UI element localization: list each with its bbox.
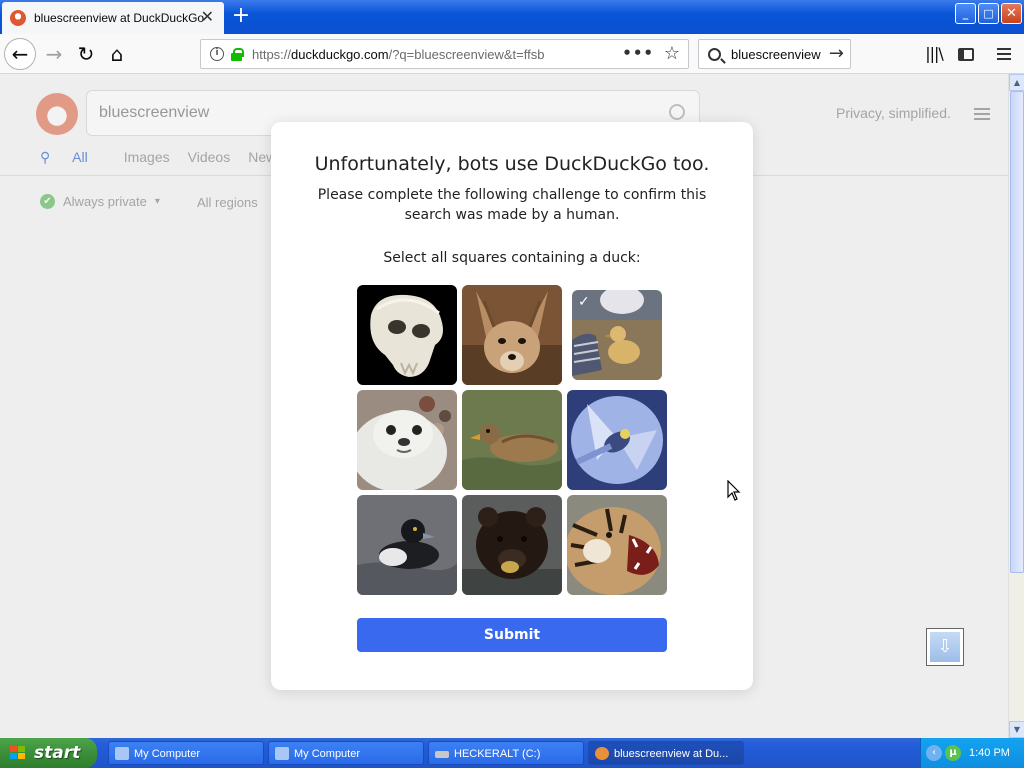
url-path: /?q=bluescreenview&t=ffsb [388, 46, 545, 62]
navigation-toolbar: ← → ↻ ⌂ i https://duckduckgo.com/?q=blue… [0, 34, 1024, 74]
home-button[interactable]: ⌂ [101, 38, 133, 70]
challenge-tile-fox[interactable] [462, 285, 562, 385]
mallard-duck-image [462, 390, 562, 490]
computer-icon [115, 747, 129, 760]
close-window-button[interactable]: ✕ [1001, 3, 1022, 24]
challenge-tile-gorilla-skull[interactable] [357, 285, 457, 385]
tray-expand-icon[interactable]: ‹ [926, 745, 942, 761]
bird-in-flight-image [567, 390, 667, 490]
start-button[interactable]: start [0, 738, 97, 768]
mouse-pointer-icon [727, 480, 741, 501]
taskbar-item-firefox[interactable]: bluescreenview at Du... [588, 741, 744, 765]
challenge-tile-mallard[interactable] [462, 390, 562, 490]
taskbar-item-label: My Computer [294, 748, 361, 760]
library-icon: |||\ [925, 44, 944, 63]
home-icon: ⌂ [110, 42, 124, 66]
firefox-icon [595, 747, 609, 760]
taskbar-item-my-computer-1[interactable]: My Computer [108, 741, 264, 765]
maximize-button[interactable]: □ [978, 3, 999, 24]
url-host: duckduckgo.com [291, 46, 389, 62]
reload-icon: ↻ [77, 42, 95, 66]
system-tray: ‹ μ 1:40 PM [920, 738, 1024, 768]
challenge-tile-bird[interactable] [567, 390, 667, 490]
library-button[interactable]: |||\ [918, 38, 950, 70]
bear-with-duckling-image [462, 495, 562, 595]
taskbar-item-label: My Computer [134, 748, 201, 760]
challenge-tile-bear[interactable] [462, 495, 562, 595]
page-content: bluescreenview Privacy, simplified. ⚲ Al… [0, 74, 1008, 738]
drive-icon [435, 751, 449, 758]
url-prefix: https:// [252, 46, 292, 62]
taskbar-item-my-computer-2[interactable]: My Computer [268, 741, 424, 765]
search-bar-value[interactable]: bluescreenview [731, 47, 821, 62]
scrollbar-thumb[interactable] [1010, 91, 1024, 573]
clock[interactable]: 1:40 PM [969, 738, 1010, 768]
taskbar-item-label: HECKERALT (C:) [454, 748, 541, 760]
lock-icon [231, 48, 244, 61]
site-info-icon[interactable]: i [210, 47, 224, 61]
challenge-tile-tufted-duck[interactable] [357, 495, 457, 595]
browser-tab[interactable]: bluescreenview at DuckDuckGo ✕ [2, 2, 224, 34]
new-tab-button[interactable]: + [228, 4, 254, 30]
open-menu-button[interactable] [988, 38, 1020, 70]
utorrent-icon[interactable]: μ [945, 745, 961, 761]
forward-button[interactable]: → [38, 38, 70, 70]
reload-button[interactable]: ↻ [70, 38, 102, 70]
back-arrow-icon: ← [11, 42, 29, 66]
bookmark-star-icon[interactable]: ☆ [664, 43, 680, 64]
minimize-button[interactable]: _ [955, 3, 976, 24]
fox-image [462, 285, 562, 385]
title-bar: bluescreenview at DuckDuckGo ✕ + _ □ ✕ [0, 0, 1024, 34]
hamburger-menu-icon [997, 53, 1011, 55]
sidebar-button[interactable] [950, 38, 982, 70]
windows-taskbar: start My Computer My Computer HECKERALT … [0, 738, 1024, 768]
scroll-down-arrow-icon[interactable]: ▼ [1009, 721, 1024, 738]
tab-title: bluescreenview at DuckDuckGo [34, 11, 205, 25]
submit-button[interactable]: Submit [357, 618, 667, 652]
sidebar-icon [958, 48, 974, 61]
down-arrow-icon: ⇩ [930, 632, 960, 662]
tab-close-icon[interactable]: ✕ [201, 9, 214, 25]
windows-logo-icon [10, 746, 26, 760]
taskbar-item-label: bluescreenview at Du... [614, 748, 729, 760]
taskbar-item-drive[interactable]: HECKERALT (C:) [428, 741, 584, 765]
scroll-down-button[interactable]: ⇩ [926, 628, 964, 666]
challenge-prompt: Select all squares containing a duck: [383, 250, 641, 266]
selected-check-icon: ✓ [578, 294, 590, 310]
vertical-scrollbar[interactable]: ▲ ▼ [1008, 74, 1024, 738]
start-label: start [34, 743, 81, 763]
challenge-subtitle: Please complete the following challenge … [317, 187, 707, 223]
tufted-duck-image [357, 495, 457, 595]
address-bar[interactable]: i https://duckduckgo.com/?q=bluescreenvi… [200, 39, 689, 69]
seal-image [357, 390, 457, 490]
challenge-title: Unfortunately, bots use DuckDuckGo too. [314, 153, 710, 175]
forward-arrow-icon: → [45, 42, 63, 66]
duckduckgo-favicon-icon [10, 10, 26, 26]
url-text[interactable]: https://duckduckgo.com/?q=bluescreenview… [252, 47, 544, 62]
page-actions-icon[interactable]: ••• [622, 44, 654, 62]
challenge-tile-seal[interactable] [357, 390, 457, 490]
bot-challenge-modal: Unfortunately, bots use DuckDuckGo too. … [271, 122, 753, 690]
search-bar[interactable]: bluescreenview → [698, 39, 851, 69]
challenge-tile-duckling-selected[interactable]: ✓ [572, 290, 662, 380]
scroll-up-arrow-icon[interactable]: ▲ [1009, 74, 1024, 91]
search-icon [708, 47, 721, 61]
challenge-tile-tiger[interactable] [567, 495, 667, 595]
tiger-image [567, 495, 667, 595]
gorilla-skull-image [357, 285, 457, 385]
search-go-icon[interactable]: → [829, 43, 844, 64]
computer-icon [275, 747, 289, 760]
back-button[interactable]: ← [4, 38, 36, 70]
